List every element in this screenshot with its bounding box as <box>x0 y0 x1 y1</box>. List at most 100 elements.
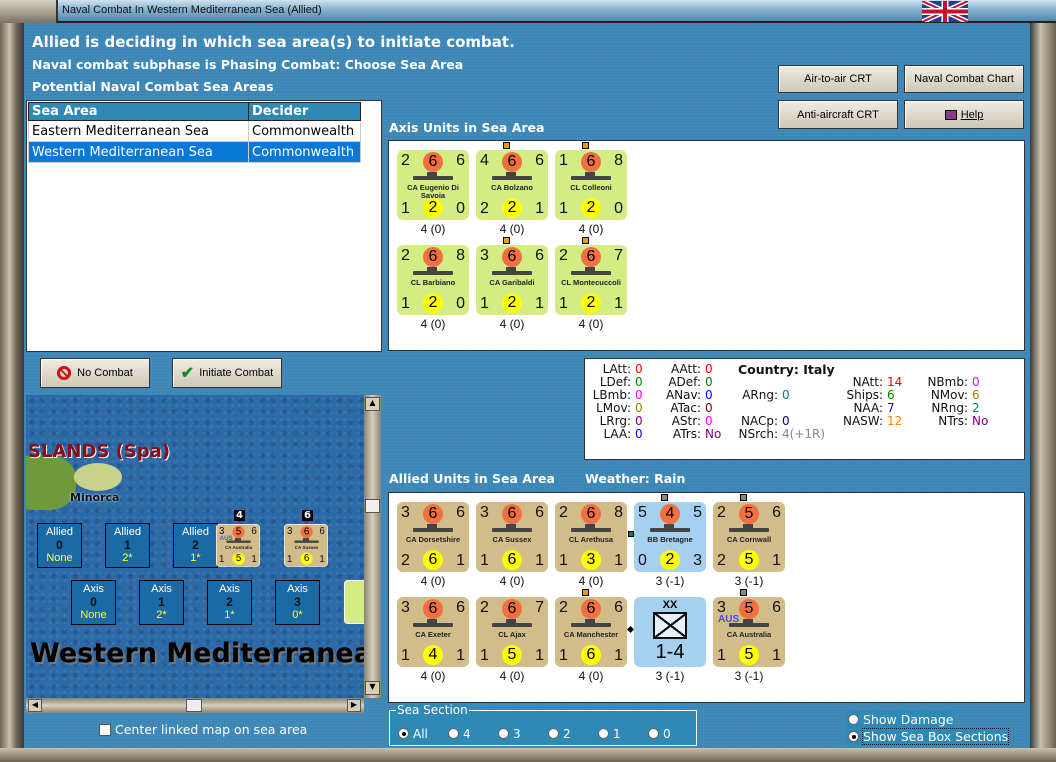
minorca-island <box>74 463 122 491</box>
sea-area-map[interactable]: SLANDS (Spa) Minorca Allied 0 None Allied 1 2… <box>26 395 364 698</box>
counter-value-tr: 8 <box>614 504 623 521</box>
radio-button[interactable] <box>848 714 859 725</box>
unit-counter[interactable]: 2 8 1 1 6 3 CL Arethusa <box>555 502 627 572</box>
sea-box[interactable]: Axis 1 2* <box>139 580 184 625</box>
radio-button[interactable] <box>448 728 459 739</box>
unit-counter[interactable]: 1 8 1 0 6 2 CL Colleoni <box>555 150 627 220</box>
sea-box[interactable]: Allied 2 1* <box>173 523 218 568</box>
counter-value-br: 1 <box>319 553 325 565</box>
center-map-checkbox[interactable]: Center linked map on sea area <box>99 722 307 737</box>
map-vertical-scrollbar[interactable]: ▲ ▼ <box>364 395 381 698</box>
counter-value-br: 1 <box>614 552 623 569</box>
help-button[interactable]: Help <box>904 100 1024 129</box>
horizontal-scroll-thumb[interactable] <box>186 699 202 712</box>
stat-key: LAA: <box>603 427 631 441</box>
sea-section-option[interactable]: 0 <box>648 727 698 741</box>
unit-name: CA Dorsetshire <box>405 535 461 544</box>
stat-value: 0 <box>635 388 643 402</box>
unit-counter[interactable]: 2 7 1 1 6 5 CL Ajax <box>476 597 548 667</box>
unit-counter[interactable]: 2 6 2 1 5 5 CA Cornwall <box>713 502 785 572</box>
unit-counter[interactable]: 2 6 1 0 6 2 CA Eugenio Di Savoia <box>397 150 469 220</box>
unit-counter[interactable]: 3 6 1 1 6 2 CA Garibaldi <box>476 245 548 315</box>
table-row-selected[interactable]: Western Mediterranean Sea Commonwealth <box>28 141 361 163</box>
show-damage-radio[interactable]: Show Damage <box>846 711 956 728</box>
unit-counter[interactable]: 3 6 1 1 5 5 CA Australia AUS <box>216 524 260 567</box>
sea-box[interactable]: Allied 0 None <box>37 523 82 568</box>
status-marker-icon <box>582 589 589 596</box>
unit-counter[interactable]: 2 7 1 1 6 2 CL Montecuccoli <box>555 245 627 315</box>
naval-combat-chart-button[interactable]: Naval Combat Chart <box>904 65 1024 93</box>
counter-value-br: 1 <box>535 200 544 217</box>
ship-silhouette-icon <box>413 524 453 532</box>
stat-item: NAA: 7 <box>853 401 894 415</box>
mallorca-island <box>26 455 76 510</box>
counter-value-bl: 1 <box>480 647 489 664</box>
unit-counter[interactable]: 5 5 0 3 4 2 BB Bretagne <box>634 502 706 572</box>
unit-counter[interactable]: 3 6 1 1 6 4 CA Exeter <box>397 597 469 667</box>
vertical-scroll-thumb[interactable] <box>365 499 380 513</box>
counter-value-tl: 2 <box>401 247 410 264</box>
radio-button[interactable] <box>598 728 609 739</box>
scroll-up-arrow-icon[interactable]: ▲ <box>365 397 380 411</box>
column-header-decider[interactable]: Decider <box>248 102 361 121</box>
unit-name: CA Sussex <box>294 544 319 551</box>
counter-value-tl: 2 <box>559 504 568 521</box>
sea-section-option[interactable]: 4 <box>448 727 498 741</box>
unit-name: CA Exeter <box>415 630 451 639</box>
stat-key: NMov: <box>930 388 968 402</box>
table-row[interactable]: Eastern Mediterranean Sea Commonwealth <box>28 120 361 142</box>
sea-section-option[interactable]: 3 <box>498 727 548 741</box>
radio-button[interactable] <box>548 728 559 739</box>
unit-counter[interactable]: 2 6 1 1 6 6 CA Manchester <box>555 597 627 667</box>
stat-value: 0 <box>705 414 713 428</box>
sea-box-number: 2 <box>192 538 199 552</box>
sea-box[interactable]: Allied 1 2* <box>105 523 150 568</box>
show-sea-box-sections-radio[interactable]: Show Sea Box Sections <box>846 728 1011 745</box>
counter-value-bl: 1 <box>401 647 410 664</box>
stat-key: ATac: <box>670 401 701 415</box>
stat-key: NAtt: <box>852 375 883 389</box>
sea-section-option[interactable]: 2 <box>548 727 598 741</box>
sea-box-number: 0 <box>90 595 97 609</box>
sea-box[interactable]: Axis 2 1* <box>207 580 252 625</box>
counter-value-tl: 2 <box>559 599 568 616</box>
attack-factor: 6 <box>502 504 522 524</box>
sea-box-side: Allied <box>182 526 209 538</box>
anti-aircraft-crt-button[interactable]: Anti-aircraft CRT <box>778 100 898 129</box>
unit-counter[interactable]: 2 8 1 0 6 2 CL Barbiano <box>397 245 469 315</box>
column-header-sea-area[interactable]: Sea Area <box>28 102 249 121</box>
radio-button[interactable] <box>498 728 509 739</box>
scroll-right-arrow-icon[interactable]: ▶ <box>347 699 361 712</box>
window-frame-left <box>0 23 24 762</box>
unit-counter[interactable]: 3 6 1 1 6 6 CA Sussex <box>476 502 548 572</box>
air-to-air-crt-button[interactable]: Air-to-air CRT <box>778 65 898 93</box>
radio-button-selected[interactable] <box>848 731 859 742</box>
sea-box-number: 0 <box>56 538 63 552</box>
sea-box[interactable]: Axis 3 0* <box>275 580 320 625</box>
unit-counter[interactable]: XX 1-4 <box>634 597 706 667</box>
counter-value-bl: 2 <box>480 200 489 217</box>
radio-button[interactable] <box>398 728 409 739</box>
sea-box[interactable]: Axis 0 None <box>71 580 116 625</box>
sea-section-option[interactable]: 1 <box>598 727 648 741</box>
unit-counter[interactable]: 4 6 2 1 6 2 CA Bolzano <box>476 150 548 220</box>
unit-counter[interactable]: 3 6 1 1 5 5 CA Australia AUS <box>713 597 785 667</box>
checkbox-box[interactable] <box>99 724 111 736</box>
initiate-combat-button[interactable]: ✔ Initiate Combat <box>172 358 282 388</box>
stat-key: ARng: <box>742 388 778 402</box>
unit-counter[interactable]: 3 6 1 1 6 6 CA Sussex <box>284 524 328 567</box>
counter-value-br: 1 <box>535 295 544 312</box>
attack-factor: 6 <box>502 152 522 172</box>
map-horizontal-scrollbar[interactable]: ◀ ▶ <box>26 698 364 713</box>
scroll-left-arrow-icon[interactable]: ◀ <box>28 699 42 712</box>
axis-stack-counter[interactable] <box>344 580 364 624</box>
window-menu-button[interactable] <box>0 0 58 23</box>
unit-counter[interactable]: 3 6 2 1 6 6 CA Dorsetshire <box>397 502 469 572</box>
sea-section-option[interactable]: All <box>398 727 448 741</box>
no-combat-button[interactable]: No Combat <box>40 358 150 388</box>
show-sections-label: Show Sea Box Sections <box>861 728 1010 745</box>
radio-button[interactable] <box>648 728 659 739</box>
aa-factor: 2 <box>660 550 680 570</box>
stat-value: 0 <box>972 375 980 389</box>
scroll-down-arrow-icon[interactable]: ▼ <box>365 681 380 695</box>
